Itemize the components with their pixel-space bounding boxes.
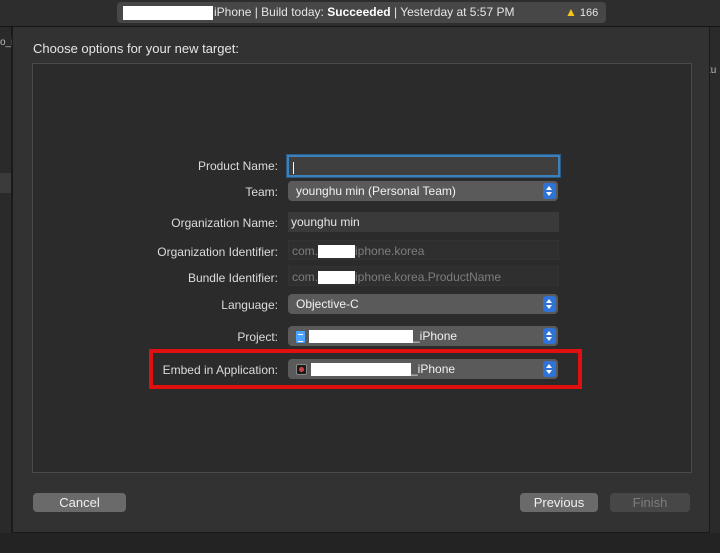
previous-button[interactable]: Previous (520, 493, 598, 512)
team-label: Team: (245, 185, 278, 199)
warning-badge[interactable]: ▲ 166 (565, 2, 598, 24)
organization-name-field[interactable]: younghu min (288, 212, 559, 232)
organization-name-label: Organization Name: (171, 216, 278, 230)
language-label: Language: (221, 298, 278, 312)
document-icon (296, 330, 305, 343)
finish-button[interactable]: Finish (610, 493, 690, 512)
bundle-identifier-field: com. iphone.korea.ProductName (288, 266, 559, 286)
chevron-updown-icon (543, 328, 556, 344)
navigator-selection[interactable] (0, 173, 11, 193)
status-text: iPhone | Build today: Succeeded | Yester… (214, 5, 515, 19)
product-name-label: Product Name: (197, 159, 278, 173)
warning-icon: ▲ (565, 5, 577, 19)
cancel-button[interactable]: Cancel (33, 493, 126, 512)
activity-status-bar[interactable]: iPhone | Build today: Succeeded | Yester… (117, 2, 606, 23)
redacted-text (309, 330, 413, 344)
bundle-identifier-label: Bundle Identifier: (187, 271, 278, 285)
navigator-strip: o_i (0, 27, 13, 553)
text-caret (293, 161, 294, 174)
chevron-updown-icon (543, 183, 556, 199)
team-popup[interactable]: younghu min (Personal Team) (288, 181, 558, 201)
redacted-text (318, 271, 356, 285)
debug-bar (0, 533, 720, 553)
project-popup[interactable]: _iPhone (288, 326, 558, 346)
redacted-scheme-name (123, 6, 213, 20)
project-label: Project: (237, 330, 278, 344)
organization-identifier-label: Organization Identifier: (157, 245, 278, 259)
toolbar: iPhone | Build today: Succeeded | Yester… (0, 0, 720, 27)
language-popup[interactable]: Objective-C (288, 294, 558, 314)
annotation-highlight-box (149, 349, 582, 389)
sheet-title: Choose options for your new target: (33, 41, 239, 56)
chevron-updown-icon (543, 296, 556, 312)
organization-identifier-field: com. iphone.korea (288, 240, 559, 260)
redacted-text (318, 245, 356, 259)
product-name-input[interactable] (287, 155, 560, 177)
